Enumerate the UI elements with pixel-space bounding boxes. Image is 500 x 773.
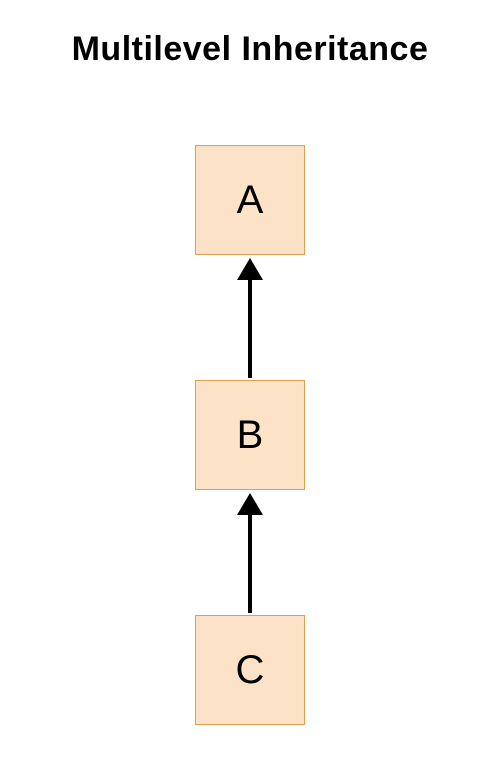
class-label-a: A (237, 178, 264, 223)
class-box-c: C (195, 615, 305, 725)
arrow-shaft-c-to-b (248, 513, 252, 613)
class-label-c: C (236, 648, 265, 693)
diagram-title: Multilevel Inheritance (0, 30, 500, 69)
class-box-a: A (195, 145, 305, 255)
arrow-up-icon (237, 493, 263, 515)
class-box-b: B (195, 380, 305, 490)
arrow-shaft-b-to-a (248, 278, 252, 378)
arrow-up-icon (237, 258, 263, 280)
class-label-b: B (237, 413, 264, 458)
